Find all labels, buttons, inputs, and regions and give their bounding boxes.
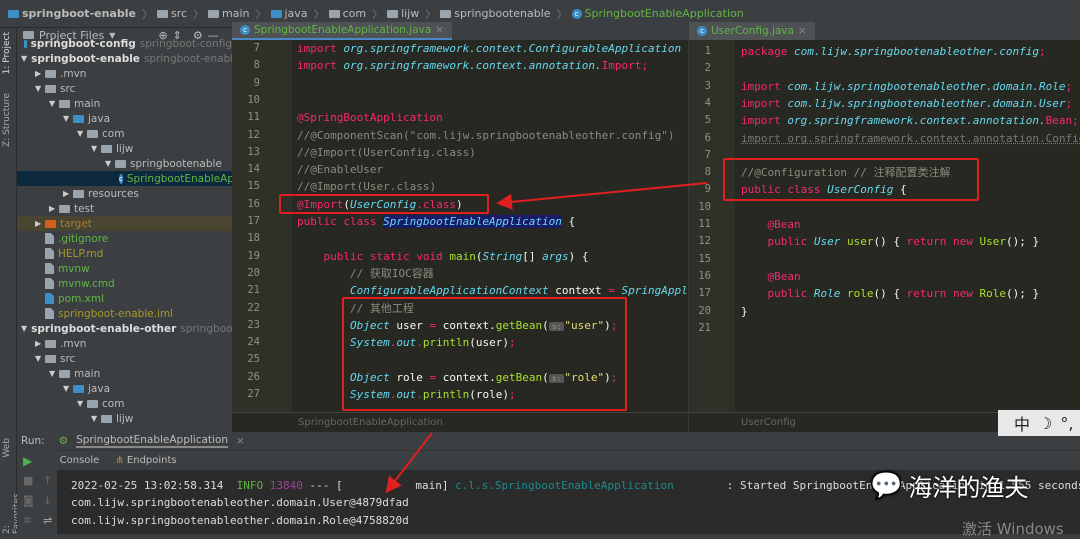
arrow-to-import	[496, 182, 708, 210]
ime-toolbar[interactable]: 中 ☽ °,	[998, 410, 1080, 436]
watermark-text: 海洋的渔夫	[908, 474, 1029, 502]
arrow-to-output	[385, 432, 433, 494]
ime-mode[interactable]: 中	[1014, 411, 1030, 435]
punctuation-icon[interactable]: °,	[1060, 414, 1073, 433]
watermark: 💬 海洋的渔夫	[870, 468, 1028, 503]
moon-icon[interactable]: ☽	[1038, 414, 1052, 433]
wechat-icon: 💬	[870, 470, 903, 501]
annotation-arrows	[385, 182, 708, 494]
windows-activation-notice: 激活 Windows	[962, 520, 1064, 538]
